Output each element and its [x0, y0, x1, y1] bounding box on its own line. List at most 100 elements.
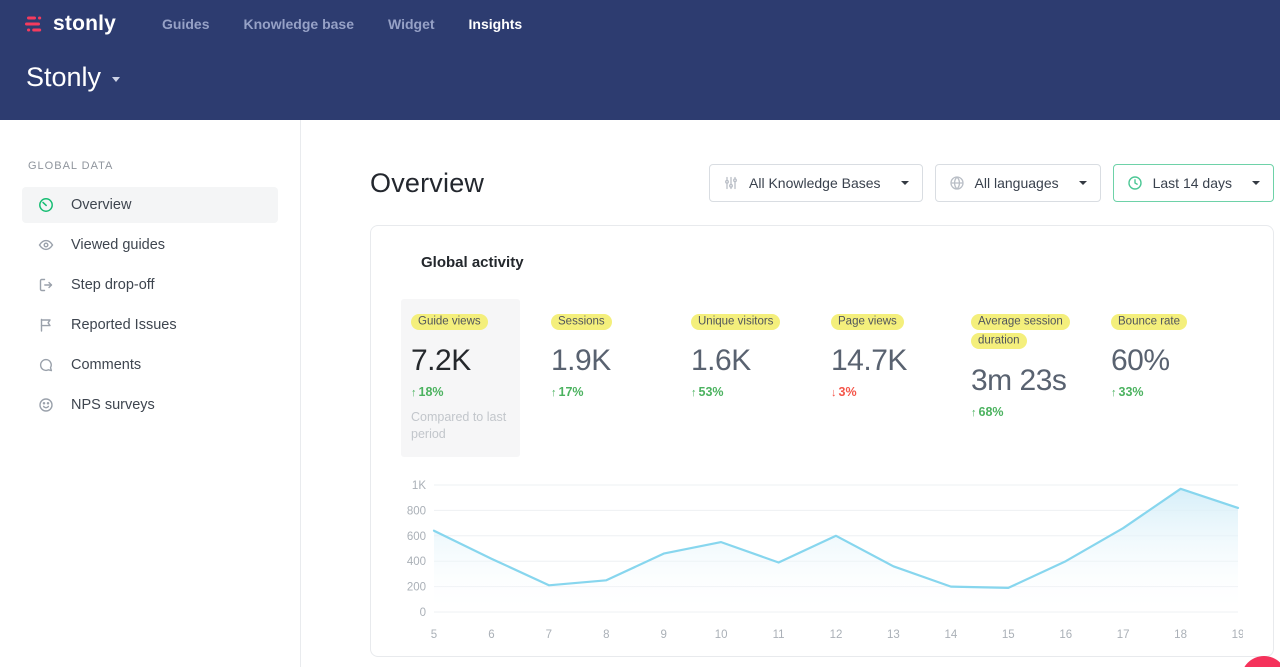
metric-value: 3m 23s — [971, 364, 1070, 398]
date-range-filter[interactable]: Last 14 days — [1113, 164, 1274, 202]
sidebar-item-label: Overview — [71, 197, 131, 213]
metric-delta: ↑33% — [1111, 385, 1210, 399]
trend-arrow-icon: ↓ — [831, 387, 837, 399]
sidebar-item-reported-issues[interactable]: Reported Issues — [22, 307, 278, 343]
sidebar-item-nps-surveys[interactable]: NPS surveys — [22, 387, 278, 423]
trend-arrow-icon: ↑ — [551, 387, 557, 399]
metric-value: 1.6K — [691, 344, 790, 378]
metric-value: 60% — [1111, 344, 1210, 378]
trend-arrow-icon: ↑ — [411, 387, 417, 399]
sidebar-menu: Overview Viewed guides Step drop-off Rep… — [22, 187, 278, 423]
chevron-down-icon — [1079, 181, 1087, 185]
sidebar: GLOBAL DATA Overview Viewed guides Step … — [0, 120, 301, 667]
metric-tile-average-session-duration[interactable]: Average session duration 3m 23s ↑68% — [961, 299, 1080, 457]
sidebar-item-label: Comments — [71, 357, 141, 373]
x-tick-label: 5 — [431, 629, 437, 641]
metric-delta: ↑18% — [411, 385, 510, 399]
metric-delta: ↑17% — [551, 385, 650, 399]
x-tick-label: 14 — [944, 629, 957, 641]
metric-label: Guide views — [411, 314, 488, 330]
globe-icon — [949, 175, 965, 191]
y-tick-label: 400 — [407, 556, 426, 568]
stonly-logo[interactable]: stonly — [24, 12, 116, 36]
sliders-icon — [723, 175, 739, 191]
clock-icon — [1127, 175, 1143, 191]
x-tick-label: 17 — [1117, 629, 1130, 641]
sidebar-item-label: Step drop-off — [71, 277, 155, 293]
sidebar-item-viewed-guides[interactable]: Viewed guides — [22, 227, 278, 263]
metric-label: Bounce rate — [1111, 314, 1187, 330]
page-title: Overview — [370, 168, 484, 199]
sidebar-item-overview[interactable]: Overview — [22, 187, 278, 223]
filter-value: Last 14 days — [1153, 175, 1232, 191]
sidebar-item-label: Reported Issues — [71, 317, 177, 333]
filter-value: All languages — [975, 175, 1059, 191]
x-tick-label: 19 — [1232, 629, 1243, 641]
chart-container: 02004006008001K5678910111213141516171819 — [401, 473, 1243, 661]
global-activity-chart: 02004006008001K5678910111213141516171819 — [401, 473, 1243, 661]
eye-icon — [38, 237, 54, 253]
nav-item-widget[interactable]: Widget — [388, 16, 435, 32]
metric-note: Compared to last period — [411, 409, 523, 443]
metric-delta: ↑68% — [971, 405, 1070, 419]
nav-item-insights[interactable]: Insights — [469, 16, 523, 32]
trend-arrow-icon: ↑ — [691, 387, 697, 399]
x-tick-label: 11 — [773, 629, 785, 641]
metric-label: Unique visitors — [691, 314, 780, 330]
sidebar-section-label: GLOBAL DATA — [28, 160, 272, 172]
x-tick-label: 10 — [715, 629, 728, 641]
filter-value: All Knowledge Bases — [749, 175, 881, 191]
primary-nav: Guides Knowledge base Widget Insights — [162, 16, 522, 32]
metric-tile-bounce-rate[interactable]: Bounce rate 60% ↑33% — [1101, 299, 1220, 457]
exit-icon — [38, 277, 54, 293]
metric-tile-unique-visitors[interactable]: Unique visitors 1.6K ↑53% — [681, 299, 800, 457]
metric-value: 7.2K — [411, 344, 510, 378]
metrics-row: Guide views 7.2K ↑18% Compared to last p… — [401, 299, 1243, 457]
smiley-icon — [38, 397, 54, 413]
metric-delta: ↑53% — [691, 385, 790, 399]
metric-tile-guide-views[interactable]: Guide views 7.2K ↑18% Compared to last p… — [401, 299, 520, 457]
trend-arrow-icon: ↑ — [1111, 387, 1117, 399]
stonly-logo-icon — [24, 16, 46, 33]
nav-item-knowledge-base[interactable]: Knowledge base — [244, 16, 354, 32]
knowledge-base-filter[interactable]: All Knowledge Bases — [709, 164, 923, 202]
sidebar-item-comments[interactable]: Comments — [22, 347, 278, 383]
sidebar-item-label: Viewed guides — [71, 237, 165, 253]
filters: All Knowledge Bases All languages — [709, 164, 1274, 202]
metric-value: 1.9K — [551, 344, 650, 378]
nav-item-guides[interactable]: Guides — [162, 16, 209, 32]
gauge-icon — [38, 197, 54, 213]
y-tick-label: 0 — [420, 607, 426, 619]
x-tick-label: 16 — [1059, 629, 1072, 641]
x-tick-label: 7 — [546, 629, 552, 641]
flag-icon — [38, 317, 54, 333]
x-tick-label: 9 — [661, 629, 667, 641]
x-tick-label: 15 — [1002, 629, 1015, 641]
x-tick-label: 6 — [488, 629, 494, 641]
metric-tile-page-views[interactable]: Page views 14.7K ↓3% — [821, 299, 940, 457]
workspace-switcher[interactable]: Stonly — [26, 62, 120, 93]
comment-icon — [38, 357, 54, 373]
metric-tile-sessions[interactable]: Sessions 1.9K ↑17% — [541, 299, 660, 457]
top-navigation: stonly Guides Knowledge base Widget Insi… — [0, 0, 1280, 120]
metric-delta: ↓3% — [831, 385, 930, 399]
x-tick-label: 8 — [603, 629, 609, 641]
y-tick-label: 200 — [407, 581, 426, 593]
metric-label: Sessions — [551, 314, 612, 330]
metric-label: Page views — [831, 314, 904, 330]
x-tick-label: 18 — [1174, 629, 1187, 641]
trend-arrow-icon: ↑ — [971, 407, 977, 419]
language-filter[interactable]: All languages — [935, 164, 1101, 202]
logo-text: stonly — [53, 12, 116, 36]
chevron-down-icon — [901, 181, 909, 185]
area-fill — [434, 488, 1238, 611]
y-tick-label: 800 — [407, 505, 426, 517]
metric-value: 14.7K — [831, 344, 930, 378]
y-tick-label: 1K — [412, 480, 426, 492]
sidebar-item-label: NPS surveys — [71, 397, 155, 413]
sidebar-item-step-drop-off[interactable]: Step drop-off — [22, 267, 278, 303]
workspace-name: Stonly — [26, 62, 101, 93]
global-activity-card: Global activity Guide views 7.2K ↑18% Co… — [370, 225, 1274, 657]
y-tick-label: 600 — [407, 530, 426, 542]
main-content: Overview All Knowledge Bases — [301, 120, 1280, 667]
